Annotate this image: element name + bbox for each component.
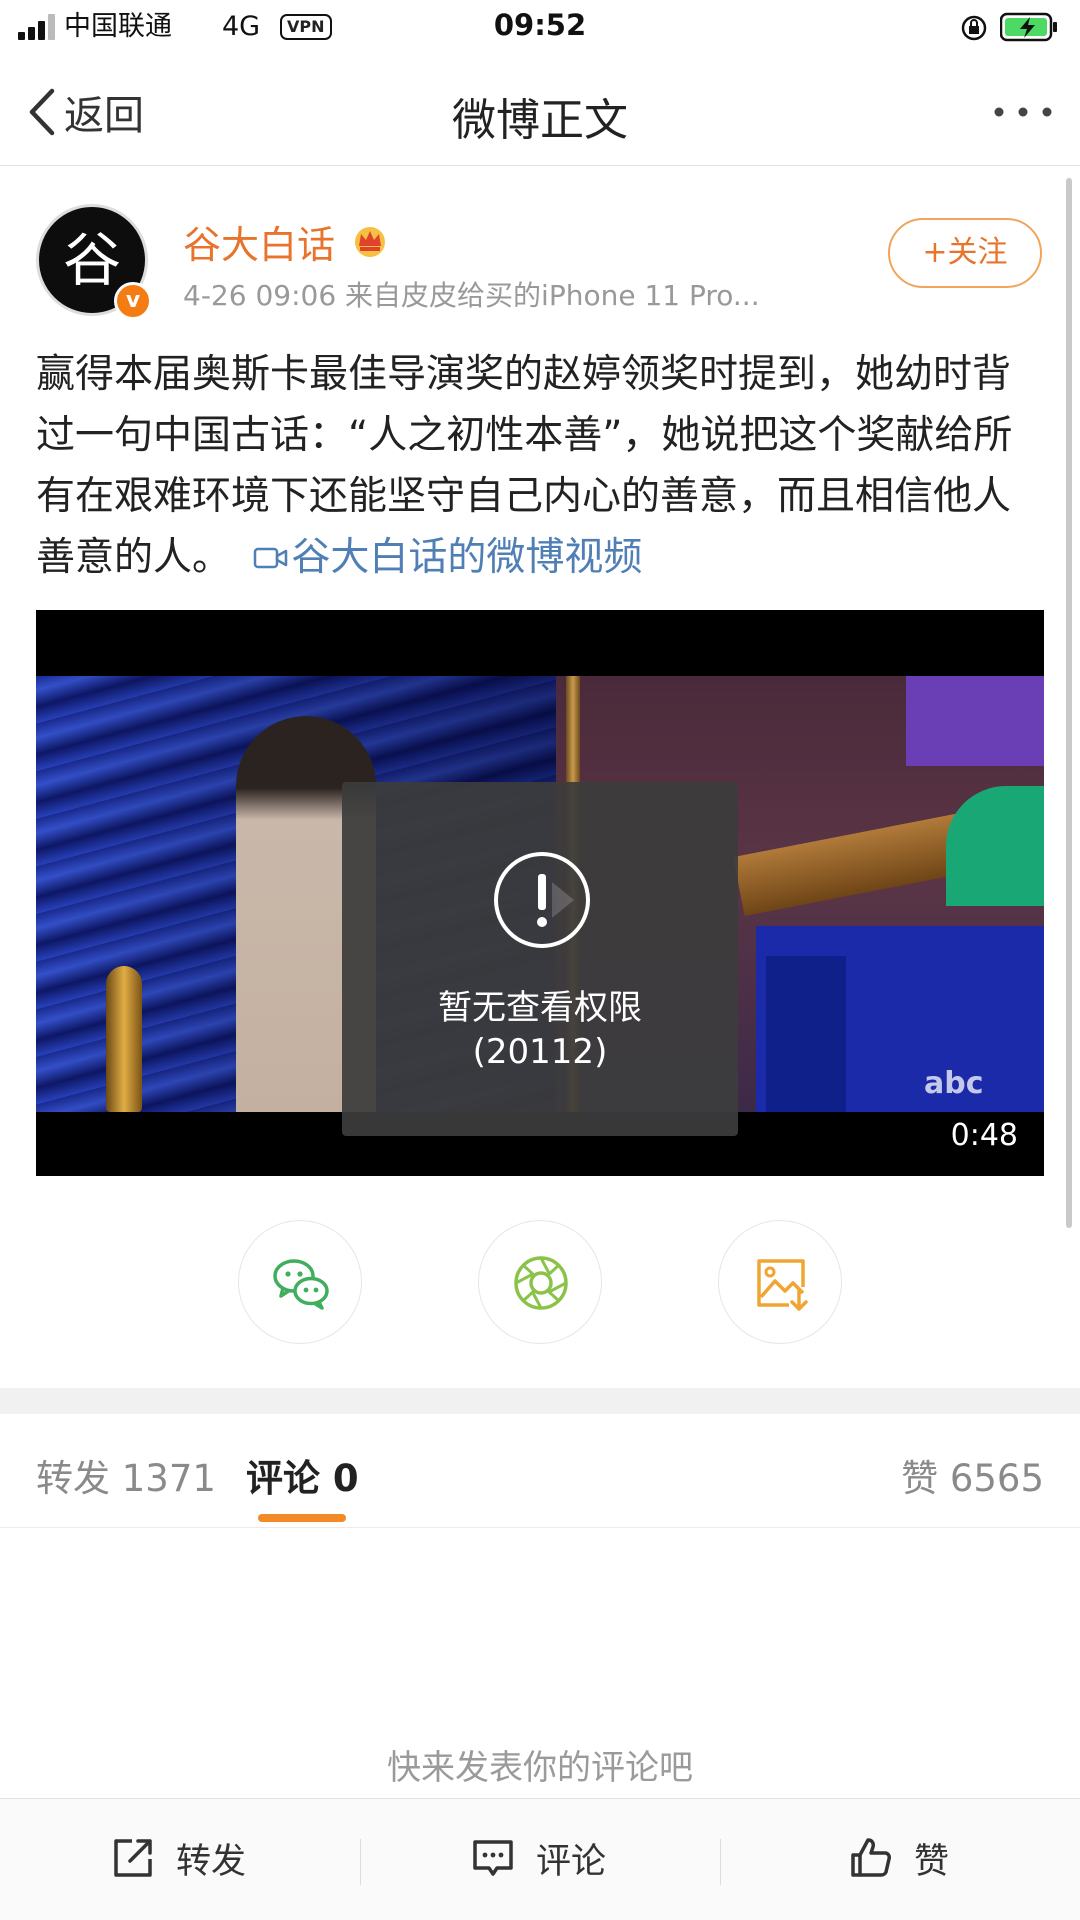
comment-icon [473,1840,513,1876]
like-label: 赞 [914,1841,950,1882]
tab-comments-label: 评论 [246,1457,320,1500]
share-moments-button[interactable] [478,1220,602,1344]
tab-repost[interactable]: 转发 1371 [36,1448,216,1502]
repost-icon [114,1839,152,1877]
tab-repost-count: 1371 [121,1457,216,1500]
comment-label: 评论 [536,1841,607,1882]
active-tab-indicator [258,1514,346,1522]
save-image-button[interactable] [718,1220,842,1344]
tab-likes[interactable]: 赞 6565 [901,1448,1044,1502]
bottom-toolbar: 转发 评论 赞 [0,1798,1080,1920]
wechat-icon [273,1259,329,1310]
video-duration: 0:48 [950,1118,1018,1153]
tab-comments[interactable]: 评论 0 [246,1448,359,1502]
oscar-statue [106,966,142,1112]
interaction-tabs: 转发 1371 评论 0 赞 6565 [0,1414,1080,1528]
tab-comments-count: 0 [332,1457,359,1500]
repost-label: 转发 [176,1841,247,1882]
follow-button[interactable]: +关注 [888,218,1042,288]
post-meta: 4-26 09:06 来自皮皮给买的iPhone 11 Pro... [183,279,760,312]
navigation-bar: 返回 微博正文 [0,56,1080,166]
video-link-icon [254,547,288,569]
share-wechat-button[interactable] [238,1220,362,1344]
status-bar: 中国联通 4G VPN 09:52 [0,0,1080,56]
more-icon[interactable] [992,104,1054,120]
clock: 09:52 [493,8,587,42]
tab-repost-label: 转发 [36,1457,110,1500]
like-button[interactable]: 赞 [848,1833,949,1883]
permission-error-dialog: 暂无查看权限 (20112) [342,782,738,1136]
battery-icon [1000,12,1057,42]
author-name[interactable]: 谷大白话 [183,214,335,269]
video-player[interactable]: abc 暂无查看权限 (20112) 0:48 [36,610,1044,1176]
moments-icon [514,1256,568,1310]
repost-button[interactable]: 转发 [110,1833,246,1883]
tab-likes-count: 6565 [949,1457,1044,1500]
section-divider [0,1388,1080,1414]
empty-comments-hint: 快来发表你的评论吧 [387,1748,693,1788]
rotation-lock-icon [961,15,987,41]
image-download-icon [757,1259,808,1311]
post-text: 赢得本届奥斯卡最佳导演奖的赵婷领奖时提到，她幼时背过一句中国古话：“人之初性本善… [36,344,1046,588]
thumbs-up-icon [851,1838,891,1877]
comment-button[interactable]: 评论 [470,1833,606,1883]
crown-icon [355,227,385,257]
scroll-indicator [1066,178,1072,1228]
tab-likes-label: 赞 [901,1457,939,1500]
broadcast-watermark: abc [924,1066,984,1101]
warning-icon [494,852,590,948]
error-code: (20112) [472,1032,608,1072]
error-message: 暂无查看权限 [438,988,642,1028]
verified-badge: v [114,282,152,320]
page-title: 微博正文 [452,95,628,146]
video-link[interactable]: 谷大白话的微博视频 [291,535,642,580]
